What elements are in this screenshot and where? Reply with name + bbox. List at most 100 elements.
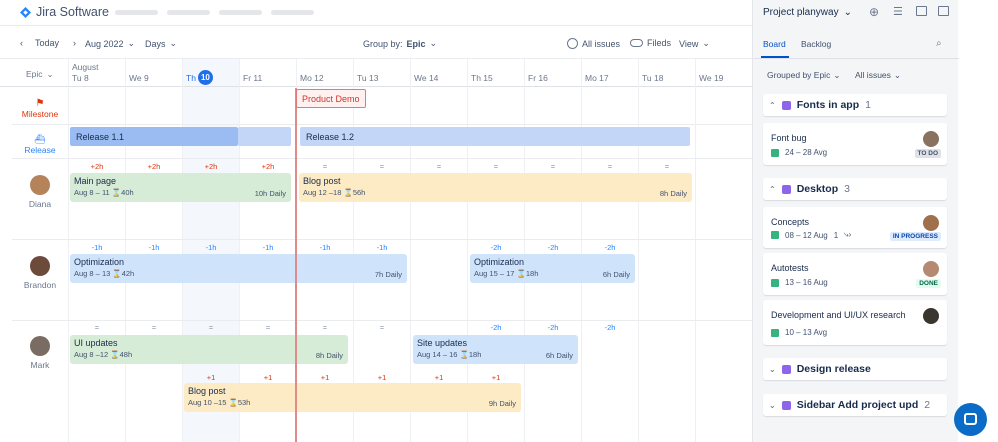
capacity-marker: = — [94, 323, 100, 332]
issue-card[interactable]: Autotests 13 – 16 Aug DONE — [763, 253, 947, 295]
group-by-select[interactable]: Group by: Epic ⌄ — [363, 38, 437, 49]
task-bar[interactable]: Blog post Aug 10 –15 ⌛53h 9h Daily — [184, 383, 521, 412]
capacity-marker: = — [493, 162, 499, 171]
chevron-down-icon: ⌄ — [127, 38, 136, 48]
task-title: Blog post — [303, 176, 341, 186]
task-title: Site updates — [417, 338, 468, 348]
capacity-marker: -1h — [205, 243, 217, 252]
epic-filter[interactable]: Epic ⌄ — [26, 69, 54, 80]
hourglass-icon: ⌛ — [459, 350, 469, 359]
story-icon — [771, 148, 779, 157]
task-rate: 10h Daily — [254, 189, 286, 198]
chevron-left-icon[interactable]: ‹ — [20, 38, 23, 48]
grid-line — [695, 59, 696, 442]
status-badge: TO DO — [914, 149, 941, 158]
task-rate: 8h Daily — [659, 189, 687, 198]
person-name: Brandon — [23, 280, 57, 290]
release-bar[interactable]: Release 1.2 — [300, 127, 690, 146]
avatar[interactable] — [30, 256, 50, 276]
epic-count: 3 — [844, 183, 850, 195]
today-day: Th — [186, 72, 196, 83]
issue-dates: 24 – 28 Avg — [785, 148, 828, 157]
today-button[interactable]: Today — [35, 38, 59, 48]
day-label: Fr 16 — [528, 73, 548, 83]
task-rate: 7h Daily — [374, 270, 402, 279]
project-select[interactable]: Project planyway ⌄ — [763, 7, 852, 18]
task-bar[interactable]: UI updates Aug 8 –12 ⌛48h 8h Daily — [70, 335, 348, 364]
chevron-down-icon: ⌄ — [169, 38, 178, 48]
tab-board[interactable]: Board — [763, 39, 786, 49]
capacity-marker: -2h — [547, 323, 559, 332]
view-select[interactable]: View ⌄ — [679, 38, 710, 49]
epic-group[interactable]: ⌃ Fonts in app 1 — [763, 94, 947, 116]
day-label: Tu 8 — [72, 73, 89, 83]
task-bar[interactable]: Blog post Aug 12 –18 ⌛56h 8h Daily — [299, 173, 692, 202]
epic-name: Fonts in app — [796, 99, 860, 111]
scale-value: Days — [145, 38, 166, 49]
epic-name: Sidebar Add project upd — [796, 399, 919, 411]
search-icon[interactable]: ⌕ — [936, 38, 942, 49]
epic-group[interactable]: ⌃ Desktop 3 — [763, 178, 947, 200]
milestone-product-demo[interactable]: Product Demo — [296, 89, 366, 108]
ship-icon: ⛴ — [34, 134, 46, 144]
hourglass-icon: ⌛ — [228, 398, 238, 407]
task-bar[interactable]: Optimization Aug 8 – 13 ⌛42h 7h Daily — [70, 254, 407, 283]
capacity-marker: = — [265, 323, 271, 332]
row-divider — [12, 124, 752, 125]
group-by-label: Group by: — [363, 38, 403, 49]
chevron-right-icon[interactable]: › — [73, 38, 76, 48]
capacity-marker: +2h — [204, 162, 218, 171]
capacity-marker: = — [322, 323, 328, 332]
add-icon[interactable]: ⊕ — [869, 5, 879, 19]
release-bar[interactable]: Release 1.1 — [70, 127, 238, 146]
panel-icon[interactable] — [938, 6, 949, 16]
task-bar[interactable]: Site updates Aug 14 – 16 ⌛18h 6h Daily — [413, 335, 578, 364]
month-value: Aug 2022 — [85, 38, 124, 49]
issue-card[interactable]: Concepts 08 – 12 Aug 1 ⤷› IN PROGRESS — [763, 207, 947, 248]
task-dates: Aug 8 –12 — [74, 350, 109, 359]
chevron-down-icon: ⌄ — [843, 7, 852, 18]
capacity-marker: -1h — [148, 243, 160, 252]
nav-placeholder — [219, 10, 262, 15]
chat-icon — [964, 413, 977, 425]
issue-dates: 08 – 12 Aug — [785, 230, 828, 240]
issue-card[interactable]: Font bug 24 – 28 Avg TO DO — [763, 123, 947, 165]
group-select[interactable]: Grouped by Epic ⌄ — [767, 70, 840, 81]
capacity-marker: +2h — [147, 162, 161, 171]
hourglass-icon: ⌛ — [111, 188, 122, 197]
issue-card[interactable]: Development and UI/UX research 10 – 13 A… — [763, 300, 947, 345]
task-bar[interactable]: Optimization Aug 15 – 17 ⌛18h 6h Daily — [470, 254, 635, 283]
issues-label: All issues — [855, 70, 891, 80]
jira-icon — [20, 6, 31, 18]
flag-icon: ⚑ — [35, 98, 45, 109]
scale-select[interactable]: Days ⌄ — [145, 38, 177, 49]
issues-select[interactable]: All issues ⌄ — [855, 70, 901, 81]
capacity-marker: -2h — [547, 243, 559, 252]
layout-icon[interactable] — [916, 6, 927, 16]
epic-group[interactable]: ⌄ Design release — [763, 358, 947, 380]
epic-group[interactable]: ⌄ Sidebar Add project upd 2 — [763, 394, 947, 416]
capacity-marker: +1 — [377, 373, 387, 382]
all-issues-toggle[interactable]: All issues — [567, 38, 620, 49]
person-name: Diana — [28, 199, 52, 209]
capacity-marker: = — [664, 162, 670, 171]
task-bar[interactable]: Main page Aug 8 – 11 ⌛40h 10h Daily — [70, 173, 291, 202]
grid-line — [68, 59, 69, 442]
avatar[interactable] — [30, 336, 50, 356]
subtask-count: 1 — [833, 230, 839, 240]
milestone-row-label: ⚑ Milestone — [12, 98, 68, 119]
issue-title: Font bug — [771, 133, 807, 143]
fields-toggle[interactable]: Fileds — [630, 38, 671, 48]
capacity-marker: +1 — [263, 373, 273, 382]
issue-dates: 10 – 13 Avg — [785, 328, 828, 337]
person-name: Mark — [30, 360, 50, 370]
jira-logo[interactable]: Jira Software — [20, 5, 109, 19]
capacity-marker: = — [208, 323, 214, 332]
task-hours: 56h — [352, 188, 366, 197]
tab-backlog[interactable]: Backlog — [801, 39, 831, 49]
epic-count: 1 — [865, 99, 871, 111]
chat-button[interactable] — [954, 403, 987, 436]
list-icon[interactable]: ☰ — [893, 5, 903, 18]
month-select[interactable]: Aug 2022 ⌄ — [85, 38, 135, 49]
avatar[interactable] — [30, 175, 50, 195]
